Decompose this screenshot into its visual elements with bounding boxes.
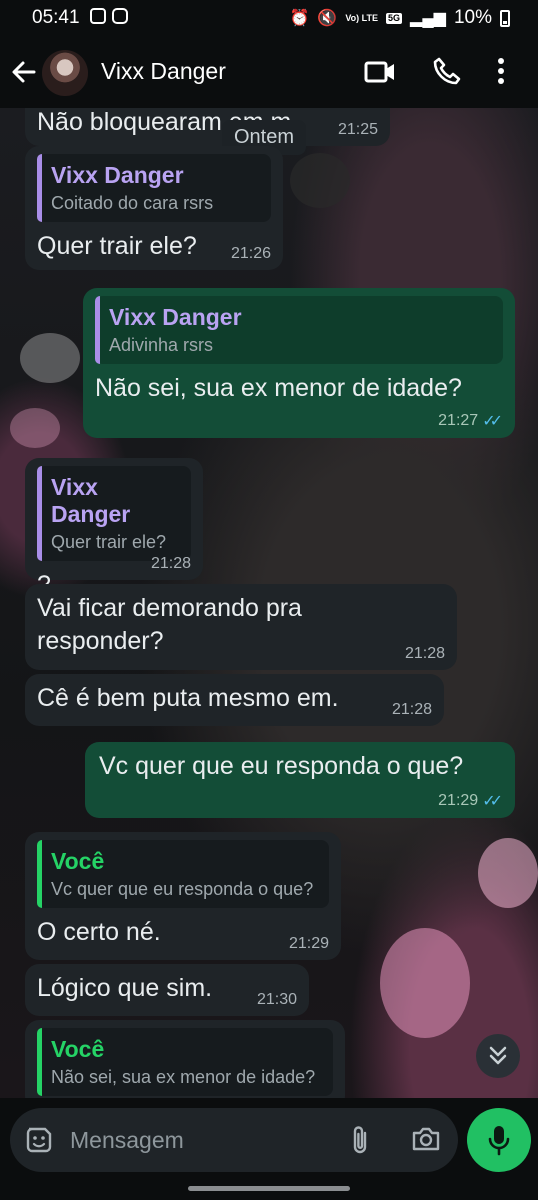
message-time: 21:25 xyxy=(337,121,378,138)
message-text: Não bloquearam em m. xyxy=(37,108,299,136)
quote-text: Quer trair ele? xyxy=(51,532,167,552)
reply-quote[interactable]: Vixx Danger Coitado do cara rsrs xyxy=(37,154,271,222)
quote-author: Vixx Danger xyxy=(109,304,242,330)
contact-name[interactable]: Vixx Danger xyxy=(101,58,226,85)
battery-percent: 10% xyxy=(453,7,492,28)
message-time: 21:29 ✓✓ xyxy=(438,791,503,811)
quote-text: Não sei, sua ex menor de idade? xyxy=(51,1067,316,1087)
message-time: 21:28 xyxy=(150,555,191,572)
message-text: Não sei, sua ex menor de idade? xyxy=(95,374,462,402)
message-time: 21:26 xyxy=(230,245,271,262)
wallpaper-melody xyxy=(380,928,470,1038)
message-bubble-incoming[interactable]: Não bloquearam em m. 21:25 xyxy=(25,108,390,146)
message-bubble-incoming[interactable]: Vixx Danger Coitado do cara rsrs Quer tr… xyxy=(25,146,283,270)
quote-text: Adivinha rsrs xyxy=(109,335,214,355)
mic-button[interactable] xyxy=(467,1108,531,1172)
system-nav-bar xyxy=(0,1178,538,1200)
scroll-to-bottom-button[interactable] xyxy=(476,1034,520,1078)
message-composer xyxy=(10,1108,458,1172)
reply-quote[interactable]: Você Não sei, sua ex menor de idade? xyxy=(37,1028,333,1096)
quote-author: Vixx Danger xyxy=(51,162,184,188)
message-time: 21:28 xyxy=(404,645,445,662)
more-vert-icon[interactable] xyxy=(495,56,507,86)
mute-icon: 🔇 xyxy=(317,10,338,27)
sticker-icon[interactable] xyxy=(24,1125,54,1155)
message-time: 21:30 xyxy=(256,991,297,1008)
gallery-icon xyxy=(90,8,106,24)
message-input[interactable] xyxy=(68,1126,332,1155)
avatar[interactable] xyxy=(42,50,88,96)
quote-text: Coitado do cara rsrs xyxy=(51,193,214,213)
message-bubble-incoming[interactable]: Lógico que sim. 21:30 xyxy=(25,964,309,1016)
wallpaper-melody xyxy=(10,408,60,448)
message-text: Vai ficar demorando pra responder? xyxy=(37,594,302,655)
quote-author: Você xyxy=(51,848,105,874)
back-arrow-icon[interactable] xyxy=(8,56,40,88)
status-bar: 05:41 ⏰ 🔇 Vo) LTE 5G ▂▄▆ 10% xyxy=(0,0,538,38)
message-bubble-incoming[interactable]: Você Não sei, sua ex menor de idade? xyxy=(25,1020,345,1098)
network-5g-badge: 5G xyxy=(386,12,403,24)
message-text: Vc quer que eu responda o que? xyxy=(99,752,464,780)
network-sub-label: Vo) LTE xyxy=(345,12,378,23)
message-time: 21:27 ✓✓ xyxy=(438,411,503,431)
phone-icon[interactable] xyxy=(432,56,462,86)
video-call-icon[interactable] xyxy=(364,58,396,86)
signal-icon: ▂▄▆ xyxy=(410,10,446,27)
quote-author: Vixx Danger xyxy=(51,474,131,527)
network-type: Vo) LTE xyxy=(345,12,378,23)
chat-area[interactable]: Não bloquearam em m. 21:25 Ontem Vixx Da… xyxy=(0,108,538,1098)
quote-author: Você xyxy=(51,1036,105,1062)
message-bubble-outgoing[interactable]: Vc quer que eu responda o que? 21:29 ✓✓ xyxy=(85,742,515,818)
message-bubble-incoming[interactable]: Você Vc quer que eu responda o que? O ce… xyxy=(25,832,341,960)
message-bubble-incoming[interactable]: Vixx Danger Quer trair ele? ? 21:28 xyxy=(25,458,203,599)
wallpaper-melody xyxy=(478,838,538,908)
read-receipt-icon: ✓✓ xyxy=(482,413,503,430)
reply-quote[interactable]: Vixx Danger Adivinha rsrs xyxy=(95,296,503,364)
wallpaper-hello-kitty xyxy=(20,333,80,383)
battery-icon xyxy=(500,9,510,27)
status-time: 05:41 xyxy=(32,7,80,28)
message-bubble-incoming[interactable]: Cê é bem puta mesmo em. 21:28 xyxy=(25,674,444,726)
reply-quote[interactable]: Vixx Danger Quer trair ele? xyxy=(37,466,191,561)
message-bubble-outgoing[interactable]: Vixx Danger Adivinha rsrs Não sei, sua e… xyxy=(83,288,515,438)
attach-icon[interactable] xyxy=(348,1124,372,1156)
quote-text: Vc quer que eu responda o que? xyxy=(51,879,314,899)
mic-icon xyxy=(488,1126,510,1156)
read-receipt-icon: ✓✓ xyxy=(482,793,503,810)
message-text: Cê é bem puta mesmo em. xyxy=(37,684,339,712)
wallpaper-kuromi xyxy=(290,153,350,208)
message-time: 21:28 xyxy=(391,701,432,718)
reply-quote[interactable]: Você Vc quer que eu responda o que? xyxy=(37,840,329,908)
message-bubble-incoming[interactable]: Vai ficar demorando pra responder? 21:28 xyxy=(25,584,457,670)
instagram-icon xyxy=(112,8,128,24)
double-chevron-down-icon xyxy=(489,1046,507,1065)
home-gesture-bar[interactable] xyxy=(188,1186,350,1191)
message-text: O certo né. xyxy=(37,918,161,946)
alarm-icon: ⏰ xyxy=(289,10,310,27)
message-time: 21:29 xyxy=(288,935,329,952)
camera-icon[interactable] xyxy=(410,1125,442,1153)
chat-header: Vixx Danger xyxy=(0,38,538,108)
